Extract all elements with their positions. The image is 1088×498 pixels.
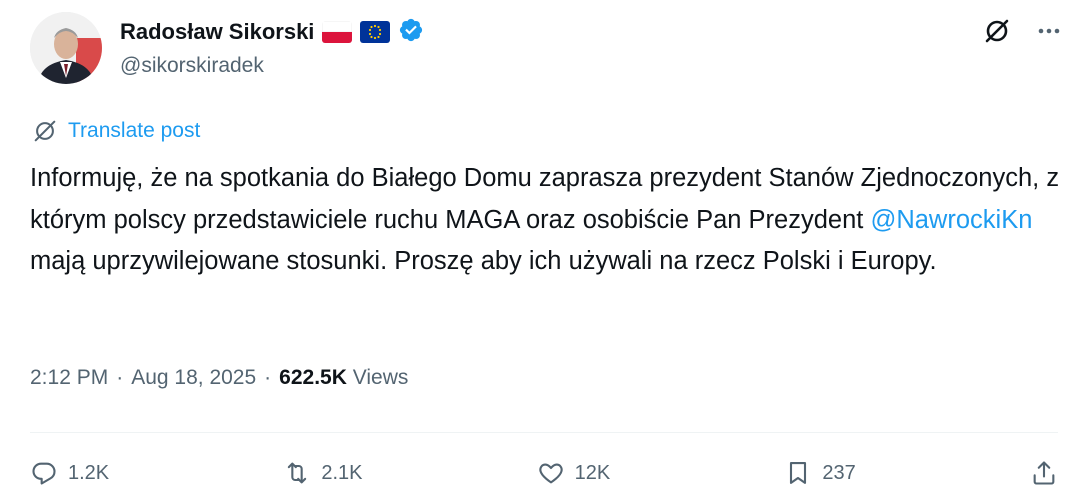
bookmark-icon: [790, 462, 807, 484]
action-bar: 1.2K 2.1K 12K 237: [30, 455, 1058, 491]
heart-icon: [538, 463, 563, 484]
post-text-after: mają uprzywilejowane stosunki. Proszę ab…: [30, 247, 937, 275]
bookmark-count: 237: [822, 461, 856, 484]
meta-separator: ·: [264, 366, 272, 389]
translate-post-link[interactable]: Translate post: [32, 118, 200, 144]
avatar[interactable]: [30, 12, 102, 84]
share-button[interactable]: [1030, 459, 1058, 487]
reply-button[interactable]: 1.2K: [30, 459, 109, 487]
poland-flag-icon: [322, 21, 353, 43]
like-count: 12K: [574, 461, 611, 484]
views-label: Views: [352, 366, 409, 389]
grok-icon[interactable]: [982, 16, 1012, 46]
post-meta: 2:12 PM · Aug 18, 2025 · 622.5K Views: [30, 366, 408, 390]
eu-flag-icon: [360, 21, 391, 43]
bookmark-button[interactable]: 237: [784, 459, 856, 487]
reply-count: 1.2K: [68, 461, 110, 484]
more-options-icon[interactable]: [1034, 16, 1064, 46]
post-date[interactable]: Aug 18, 2025: [131, 366, 256, 390]
share-icon: [1033, 461, 1055, 485]
repost-button[interactable]: 2.1K: [283, 459, 362, 487]
post-time[interactable]: 2:12 PM: [30, 366, 108, 390]
meta-separator: ·: [116, 366, 124, 389]
author-name[interactable]: Radosław Sikorski: [120, 19, 314, 45]
divider: [30, 432, 1058, 433]
reply-icon: [32, 462, 56, 485]
author-handle[interactable]: @sikorskiradek: [120, 54, 264, 78]
verified-badge-icon[interactable]: [398, 17, 424, 48]
translate-label: Translate post: [68, 119, 201, 142]
translate-icon: [34, 120, 56, 142]
repost-icon: [288, 462, 307, 484]
post-text: Informuję, że na spotkania do Białego Do…: [30, 158, 1070, 283]
like-button[interactable]: 12K: [537, 459, 611, 487]
views-count[interactable]: 622.5K: [279, 366, 347, 389]
avatar-photo: [30, 12, 102, 84]
mention-link[interactable]: @NawrockiKn: [870, 206, 1032, 234]
repost-count: 2.1K: [321, 461, 363, 484]
